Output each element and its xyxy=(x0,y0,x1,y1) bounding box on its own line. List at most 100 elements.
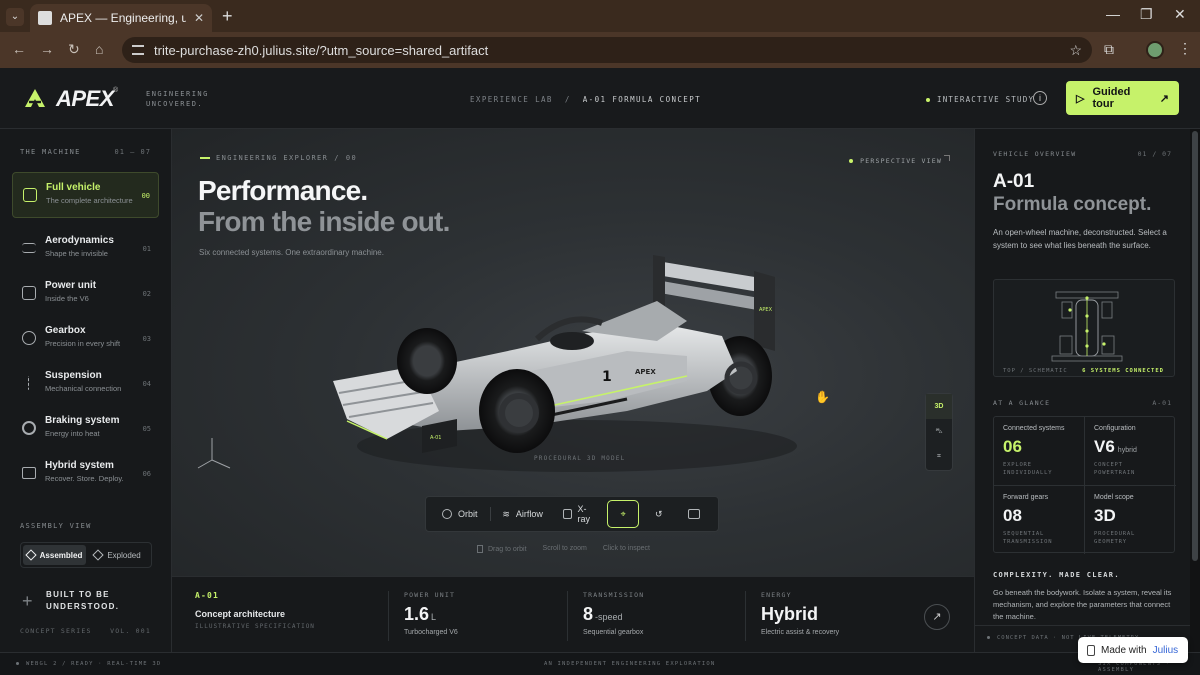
axis-gizmo-icon xyxy=(197,438,231,469)
sidebar-item-power-unit[interactable]: Power unit Inside the V6 02 xyxy=(12,271,159,317)
guided-tour-button[interactable]: ▷ Guided tour ↗ xyxy=(1066,81,1179,115)
car-nose-label: A-01 xyxy=(430,435,441,441)
tab-search-button[interactable]: ⌄ xyxy=(6,8,24,26)
grab-cursor-icon: ✋ xyxy=(815,390,830,404)
front-right-tyre xyxy=(479,369,555,453)
new-tab-button[interactable]: + xyxy=(222,6,233,27)
reset-view-button[interactable]: ↺ xyxy=(643,500,675,528)
breadcrumb-experience-lab[interactable]: EXPERIENCE LAB xyxy=(470,95,553,104)
xray-icon xyxy=(562,509,572,519)
glance-configuration: Configuration V6 hybrid CONCEPT POWERTRAI… xyxy=(1094,425,1137,476)
front-left-tyre xyxy=(397,328,457,394)
plus-icon: + xyxy=(22,591,33,611)
reset-icon: ↺ xyxy=(654,508,663,519)
assembled-icon xyxy=(24,549,37,561)
julius-logo-icon xyxy=(1087,644,1095,656)
forward-button[interactable]: → xyxy=(40,41,54,57)
headline-primary: Performance. xyxy=(198,175,368,206)
profile-avatar[interactable] xyxy=(1146,41,1164,59)
info-icon[interactable]: i xyxy=(1033,91,1047,105)
sidebar-item-braking-system[interactable]: Braking system Energy into heat 05 xyxy=(12,406,159,452)
url-text: trite-purchase-zh0.julius.site/?utm_sour… xyxy=(154,42,489,58)
apex-logo-icon[interactable] xyxy=(24,88,46,108)
assembly-heading: ASSEMBLY VIEW xyxy=(20,522,92,530)
spec-details-arrow-icon[interactable]: ↗ xyxy=(924,604,950,630)
gear-icon xyxy=(22,331,36,345)
breadcrumb: EXPERIENCE LAB / A-01 FORMULA CONCEPT xyxy=(470,95,702,104)
browser-menu-icon[interactable]: ⋮ xyxy=(1178,40,1192,57)
airflow-icon: ≋ xyxy=(502,508,510,519)
mouse-icon xyxy=(477,545,483,553)
browser-tab[interactable]: APEX — Engineering, uncovered ✕ xyxy=(30,4,212,32)
sidebar-item-suspension[interactable]: Suspension Mechanical connection 04 xyxy=(12,361,159,407)
vehicle-overview-panel: VEHICLE OVERVIEW 01 / 07 A-01 Formula co… xyxy=(974,129,1191,652)
play-icon: ▷ xyxy=(1076,92,1085,105)
site-info-icon[interactable] xyxy=(132,45,144,55)
top-schematic[interactable]: TOP / SCHEMATIC 6 SYSTEMS CONNECTED xyxy=(993,279,1175,377)
sidebar-count: 01 — 07 xyxy=(114,148,151,156)
tagline: ENGINEERING UNCOVERED. xyxy=(146,90,209,108)
status-dot-icon xyxy=(926,98,930,102)
cube-icon xyxy=(23,188,37,202)
tab-title: APEX — Engineering, uncovered xyxy=(60,11,186,25)
volume-label: VOL. 001 xyxy=(110,627,151,635)
sidebar-item-hybrid-system[interactable]: Hybrid system Recover. Store. Deploy. 06 xyxy=(12,451,159,497)
address-bar-row: ← → ↻ ⌂ trite-purchase-zh0.julius.site/?… xyxy=(0,32,1200,68)
logo-registered-mark: ® xyxy=(113,87,119,94)
url-bar[interactable]: trite-purchase-zh0.julius.site/?utm_sour… xyxy=(122,37,1092,63)
sidebar-item-gearbox[interactable]: Gearbox Precision in every shift 03 xyxy=(12,316,159,362)
logo-text[interactable]: APEX xyxy=(56,86,114,112)
xray-button[interactable]: X-ray xyxy=(555,500,603,528)
assembled-option[interactable]: Assembled xyxy=(23,545,86,565)
exploded-option[interactable]: Exploded xyxy=(86,545,149,565)
sidebar-item-full-vehicle[interactable]: Full vehicle The complete architecture 0… xyxy=(12,172,159,218)
sidebar-item-aerodynamics[interactable]: Aerodynamics Shape the invisible 01 xyxy=(12,226,159,272)
breadcrumb-current: A-01 FORMULA CONCEPT xyxy=(582,95,702,104)
render-status: WEBGL 2 / READY · REAL-TIME 3D xyxy=(16,661,161,667)
headline-secondary: From the inside out. xyxy=(198,206,450,237)
systems-sidebar: THE MACHINE 01 — 07 Full vehicle The com… xyxy=(0,129,172,652)
spec-energy: ENERGY Hybrid Electric assist & recovery xyxy=(761,591,840,636)
right-panel-scrollbar[interactable] xyxy=(1190,129,1200,652)
screenshot-button[interactable] xyxy=(679,500,711,528)
status-dot-icon xyxy=(849,159,854,163)
view-3d-button[interactable]: 3D xyxy=(926,394,952,419)
status-tagline: AN INDEPENDENT ENGINEERING EXPLORATION xyxy=(544,661,716,667)
arrow-up-right-icon: ↗ xyxy=(1159,92,1169,105)
status-bar: WEBGL 2 / READY · REAL-TIME 3D AN INDEPE… xyxy=(0,652,1200,675)
home-button[interactable]: ⌂ xyxy=(95,41,103,57)
overview-count: 01 / 07 xyxy=(1137,150,1172,158)
orbit-icon xyxy=(442,509,452,519)
bookmark-star-icon[interactable]: ☆ xyxy=(1069,42,1082,59)
car-view-icon[interactable]: ⛍ xyxy=(926,419,952,444)
vehicle-name: Formula concept. xyxy=(993,194,1152,215)
scrollbar-thumb[interactable] xyxy=(1192,131,1198,561)
interactive-study-status: INTERACTIVE STUDY xyxy=(926,95,1034,104)
reload-button[interactable]: ↻ xyxy=(68,41,80,58)
spec-architecture: A-01 Concept architecture ILLUSTRATIVE S… xyxy=(195,591,315,630)
orbit-button[interactable]: Orbit xyxy=(434,500,486,528)
close-tab-icon[interactable]: ✕ xyxy=(194,11,204,25)
model-viewport[interactable]: ENGINEERING EXPLORER / 00 PERSPECTIVE VI… xyxy=(172,129,974,576)
minimize-button[interactable]: — xyxy=(1106,6,1120,22)
camera-icon xyxy=(688,509,701,519)
browser-tab-bar: ⌄ APEX — Engineering, uncovered ✕ + — ❐ … xyxy=(0,0,1200,32)
systems-connected-label: 6 SYSTEMS CONNECTED xyxy=(1082,368,1164,374)
restore-button[interactable]: ❐ xyxy=(1140,6,1153,23)
inspect-pin-button[interactable]: ⌖ xyxy=(607,500,640,528)
made-with-julius-badge[interactable]: Made with Julius xyxy=(1078,637,1188,663)
glance-model-scope: Model scope 3D PROCEDURAL GEOMETRY xyxy=(1094,494,1136,545)
viewport-toolbar: Orbit ≋ Airflow X-ray ⌖ ↺ xyxy=(425,496,719,532)
airflow-button[interactable]: ≋ Airflow xyxy=(494,500,551,528)
extensions-icon[interactable]: ⧉ xyxy=(1104,41,1114,58)
chassis-view-icon[interactable]: ⌗ xyxy=(926,444,952,469)
interaction-hints: Drag to orbit Scroll to zoom Click to in… xyxy=(477,545,650,553)
back-button[interactable]: ← xyxy=(12,41,26,57)
at-a-glance-grid: Connected systems 06 EXPLORE INDIVIDUALL… xyxy=(993,416,1176,554)
cockpit xyxy=(550,332,594,350)
close-window-button[interactable]: ✕ xyxy=(1174,6,1186,23)
complexity-heading: COMPLEXITY. MADE CLEAR. xyxy=(993,571,1120,579)
perspective-view-label: PERSPECTIVE VIEW xyxy=(849,157,942,165)
vehicle-code: A-01 xyxy=(993,171,1035,192)
formula-car-model[interactable]: APEX 1 APEX A-01 xyxy=(327,241,807,481)
